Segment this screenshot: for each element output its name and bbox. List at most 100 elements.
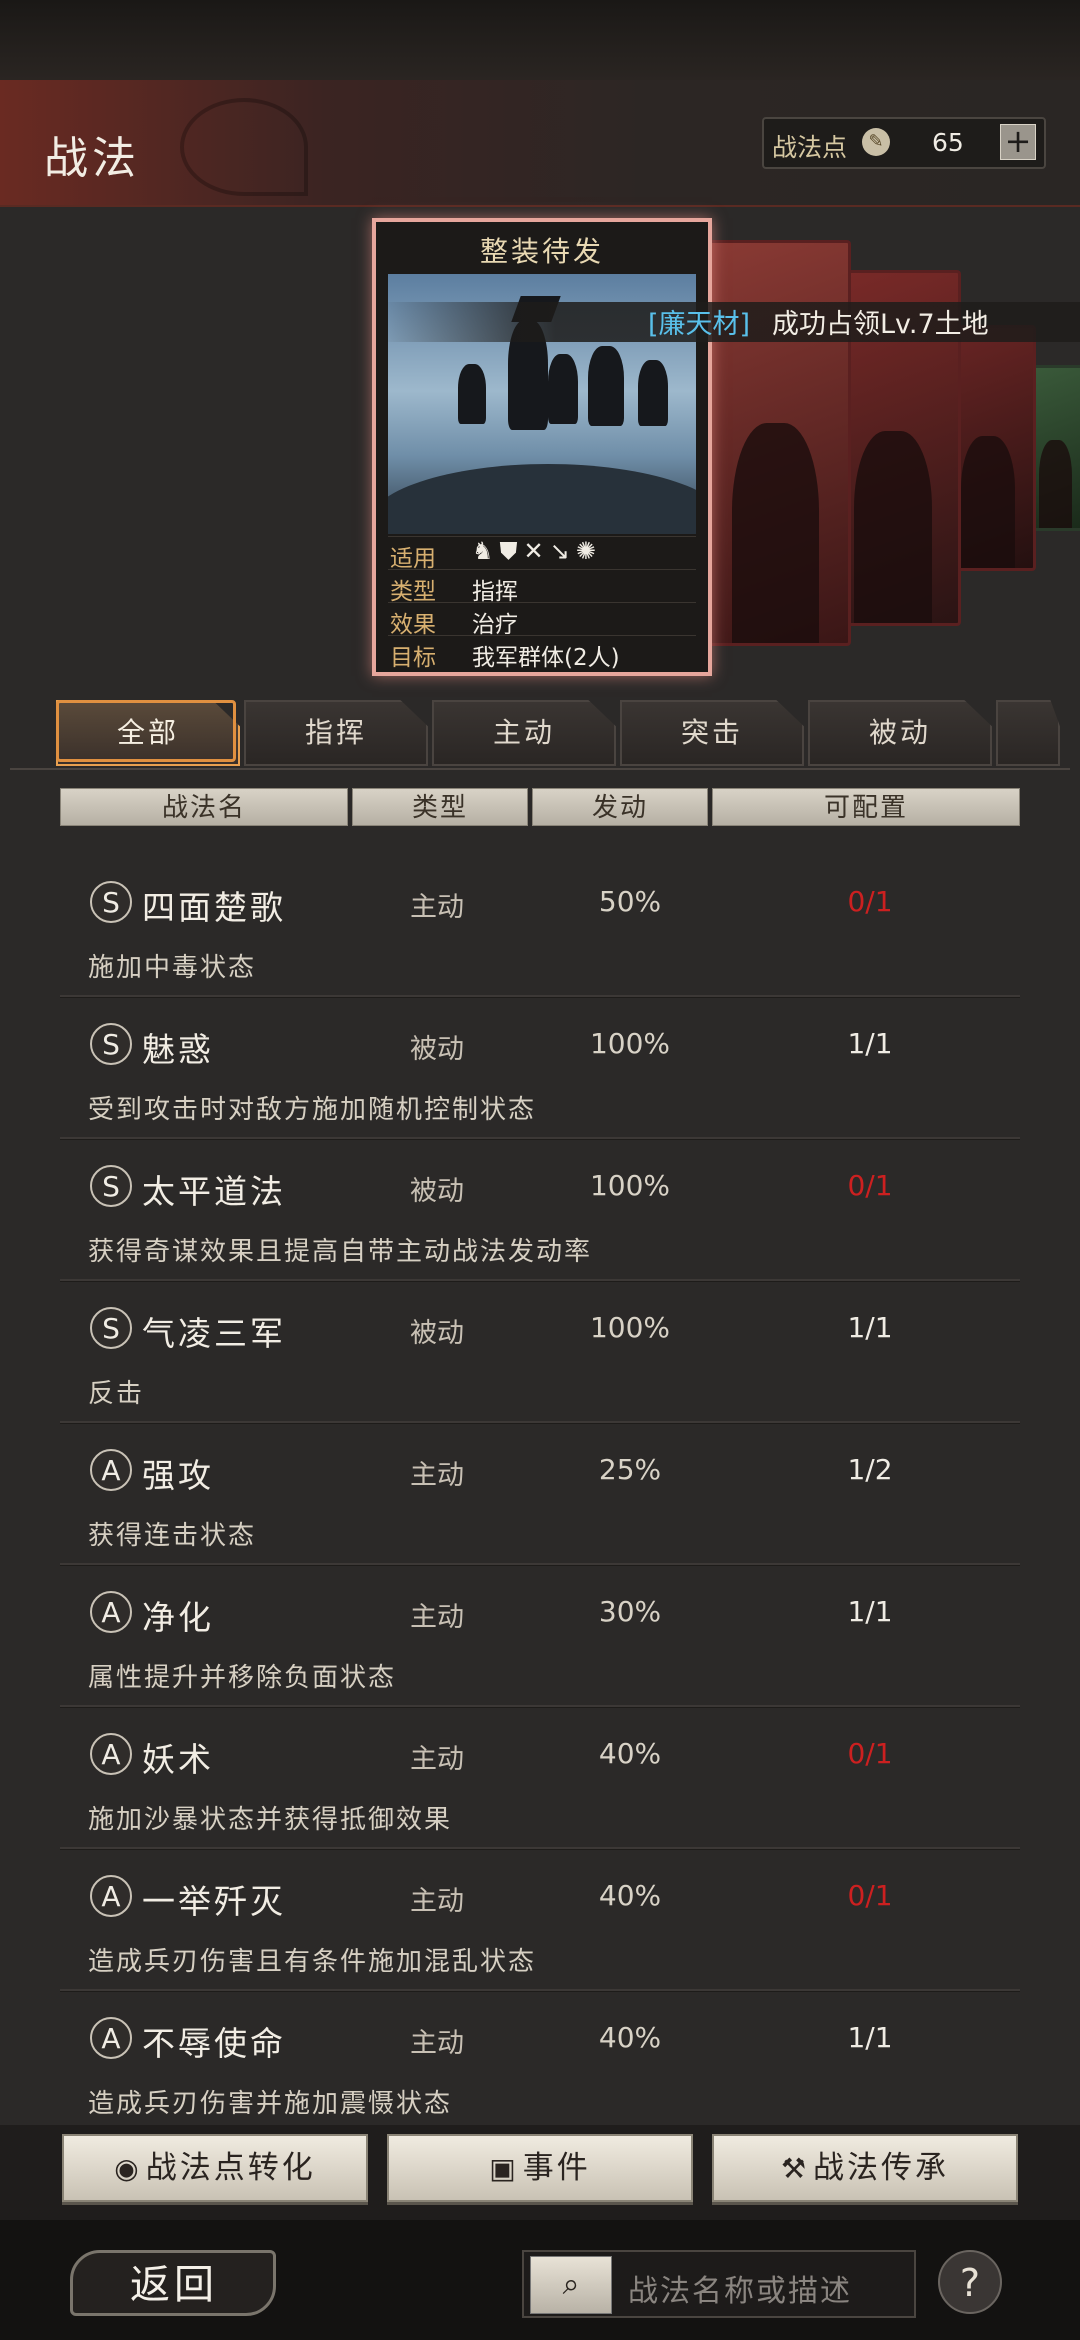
grade-badge: A xyxy=(90,1733,132,1775)
ticker-message: 成功占领Lv.7土地 xyxy=(772,309,989,340)
tab-passive[interactable]: 被动 xyxy=(808,700,992,766)
tactic-row[interactable]: A 不辱使命 主动 40% 1/1 造成兵刃伤害并施加震慑状态 xyxy=(10,1991,1070,2125)
grade-badge: S xyxy=(90,1023,132,1065)
tactic-description: 获得连击状态 xyxy=(88,1521,257,1551)
tactic-rate: 100% xyxy=(589,1169,671,1202)
tactic-list[interactable]: S 四面楚歌 主动 50% 0/1 施加中毒状态 S 魅惑 被动 100% 1/… xyxy=(10,855,1070,2125)
tactic-row[interactable]: S 太平道法 被动 100% 0/1 获得奇谋效果且提高自带主动战法发动率 xyxy=(10,1139,1070,1281)
tactic-name: 四面楚歌 xyxy=(142,888,286,927)
tactic-type: 被动 xyxy=(410,1318,464,1349)
tactic-row[interactable]: A 妖术 主动 40% 0/1 施加沙暴状态并获得抵御效果 xyxy=(10,1707,1070,1849)
tactic-config: 1/1 xyxy=(847,1595,893,1628)
tactic-config: 0/1 xyxy=(847,1169,893,1202)
search-placeholder[interactable]: 战法名称或描述 xyxy=(628,2266,852,2310)
cavalry-icon: ♞ xyxy=(472,537,500,565)
chariot-icon: ✺ xyxy=(575,537,602,565)
tactic-card-thumbnail[interactable] xyxy=(700,240,851,646)
tactic-name: 不辱使命 xyxy=(142,2024,286,2063)
grade-badge: A xyxy=(90,1449,132,1491)
card-row-applicable: 适用 ♞⛊✕↘✺ xyxy=(388,536,696,572)
tactic-rate: 50% xyxy=(598,885,662,918)
tactic-rate: 100% xyxy=(589,1311,671,1344)
back-label[interactable]: 返回 xyxy=(130,2252,218,2310)
events-button[interactable]: ▣ 事件 xyxy=(387,2134,693,2202)
tactic-rate: 40% xyxy=(598,2021,662,2054)
card-row-effect: 效果 治疗 xyxy=(388,602,696,638)
help-button[interactable]: ? xyxy=(938,2250,1002,2314)
tactic-description: 施加沙暴状态并获得抵御效果 xyxy=(88,1805,453,1835)
header-bar: 战法 战法点 ✎ 65 + xyxy=(0,80,1080,207)
tab-more[interactable] xyxy=(996,700,1060,766)
grade-badge: S xyxy=(90,1307,132,1349)
tactic-row[interactable]: A 强攻 主动 25% 1/2 获得连击状态 xyxy=(10,1423,1070,1565)
tactic-rate: 30% xyxy=(598,1595,662,1628)
tactic-config: 1/1 xyxy=(847,1311,893,1344)
tactic-type: 主动 xyxy=(410,892,464,923)
column-header-rate[interactable]: 发动 xyxy=(532,788,708,826)
tab-all[interactable]: 全部 xyxy=(56,700,240,766)
tactic-type: 主动 xyxy=(410,1744,464,1775)
tactic-points-value: 65 xyxy=(932,128,964,157)
tactic-description: 造成兵刃伤害并施加震慑状态 xyxy=(88,2089,453,2119)
tactic-description: 造成兵刃伤害且有条件施加混乱状态 xyxy=(88,1947,537,1977)
search-icon[interactable]: ⌕ xyxy=(530,2256,612,2314)
scroll-icon: ▣ xyxy=(489,2152,519,2185)
tactic-description: 属性提升并移除负面状态 xyxy=(88,1663,397,1693)
column-header-name[interactable]: 战法名 xyxy=(60,788,348,826)
tactic-name: 强攻 xyxy=(142,1456,214,1495)
tactic-type: 主动 xyxy=(410,2028,464,2059)
tactic-name: 妖术 xyxy=(142,1740,214,1779)
card-row-target: 目标 我军群体(2人) xyxy=(388,635,696,671)
hammer-icon: ⚒ xyxy=(780,2152,810,2185)
tactic-row[interactable]: S 四面楚歌 主动 50% 0/1 施加中毒状态 xyxy=(10,855,1070,997)
tactic-rate: 40% xyxy=(598,1879,662,1912)
tactic-config: 1/1 xyxy=(847,2021,893,2054)
tactic-points-box: 战法点 ✎ 65 + xyxy=(762,117,1046,169)
selected-tactic-card[interactable]: 整装待发 适用 ♞⛊✕↘✺ 类型 指挥 效果 治疗 目标 我军群体(2人) xyxy=(372,218,712,676)
tactic-rate: 100% xyxy=(589,1027,671,1060)
shield-icon: ⛊ xyxy=(499,537,524,565)
convert-points-button[interactable]: ◉ 战法点转化 xyxy=(62,2134,368,2202)
tactic-config: 0/1 xyxy=(847,1737,893,1770)
tactic-type: 主动 xyxy=(410,1602,464,1633)
tactic-type: 被动 xyxy=(410,1176,464,1207)
tactic-config: 0/1 xyxy=(847,1879,893,1912)
tactic-name: 气凌三军 xyxy=(142,1314,286,1353)
tactic-config: 1/1 xyxy=(847,1027,893,1060)
inherit-tactic-button[interactable]: ⚒ 战法传承 xyxy=(712,2134,1018,2202)
tactic-description: 反击 xyxy=(88,1379,145,1409)
tactic-row[interactable]: S 气凌三军 被动 100% 1/1 反击 xyxy=(10,1281,1070,1423)
column-header-config[interactable]: 可配置 xyxy=(712,788,1020,826)
tactic-filter-tabs: 全部 指挥 主动 突击 被动 xyxy=(56,700,1080,770)
grade-badge: A xyxy=(90,1875,132,1917)
tabs-divider xyxy=(10,768,1070,770)
grade-badge: S xyxy=(90,881,132,923)
top-decor-band xyxy=(0,0,1080,80)
tab-command[interactable]: 指挥 xyxy=(244,700,428,766)
tab-assault[interactable]: 突击 xyxy=(620,700,804,766)
card-title: 整装待发 xyxy=(479,235,604,268)
tactic-row[interactable]: A 一举歼灭 主动 40% 0/1 造成兵刃伤害且有条件施加混乱状态 xyxy=(10,1849,1070,1991)
tab-active[interactable]: 主动 xyxy=(432,700,616,766)
unit-type-icons: ♞⛊✕↘✺ xyxy=(472,537,602,565)
tactic-name: 净化 xyxy=(142,1598,214,1637)
tactic-name: 魅惑 xyxy=(142,1030,214,1069)
tactic-description: 施加中毒状态 xyxy=(88,953,257,983)
tactic-name: 太平道法 xyxy=(142,1172,286,1211)
tactic-rate: 40% xyxy=(598,1737,662,1770)
tactic-config: 1/2 xyxy=(847,1453,893,1486)
card-row-type: 类型 指挥 xyxy=(388,569,696,605)
tactic-type: 主动 xyxy=(410,1460,464,1491)
ticker-player-name: [廉天材] xyxy=(648,309,751,340)
spear-icon: ↘ xyxy=(549,537,576,565)
tactic-row[interactable]: A 净化 主动 30% 1/1 属性提升并移除负面状态 xyxy=(10,1565,1070,1707)
bow-icon: ✕ xyxy=(523,537,550,565)
add-points-button[interactable]: + xyxy=(1000,124,1036,160)
tactic-type: 被动 xyxy=(410,1034,464,1065)
tactic-description: 受到攻击时对敌方施加随机控制状态 xyxy=(88,1095,537,1125)
tactic-name: 一举歼灭 xyxy=(142,1882,286,1921)
column-header-type[interactable]: 类型 xyxy=(352,788,528,826)
cloud-ornament xyxy=(180,98,308,196)
tactic-rate: 25% xyxy=(598,1453,662,1486)
tactic-row[interactable]: S 魅惑 被动 100% 1/1 受到攻击时对敌方施加随机控制状态 xyxy=(10,997,1070,1139)
